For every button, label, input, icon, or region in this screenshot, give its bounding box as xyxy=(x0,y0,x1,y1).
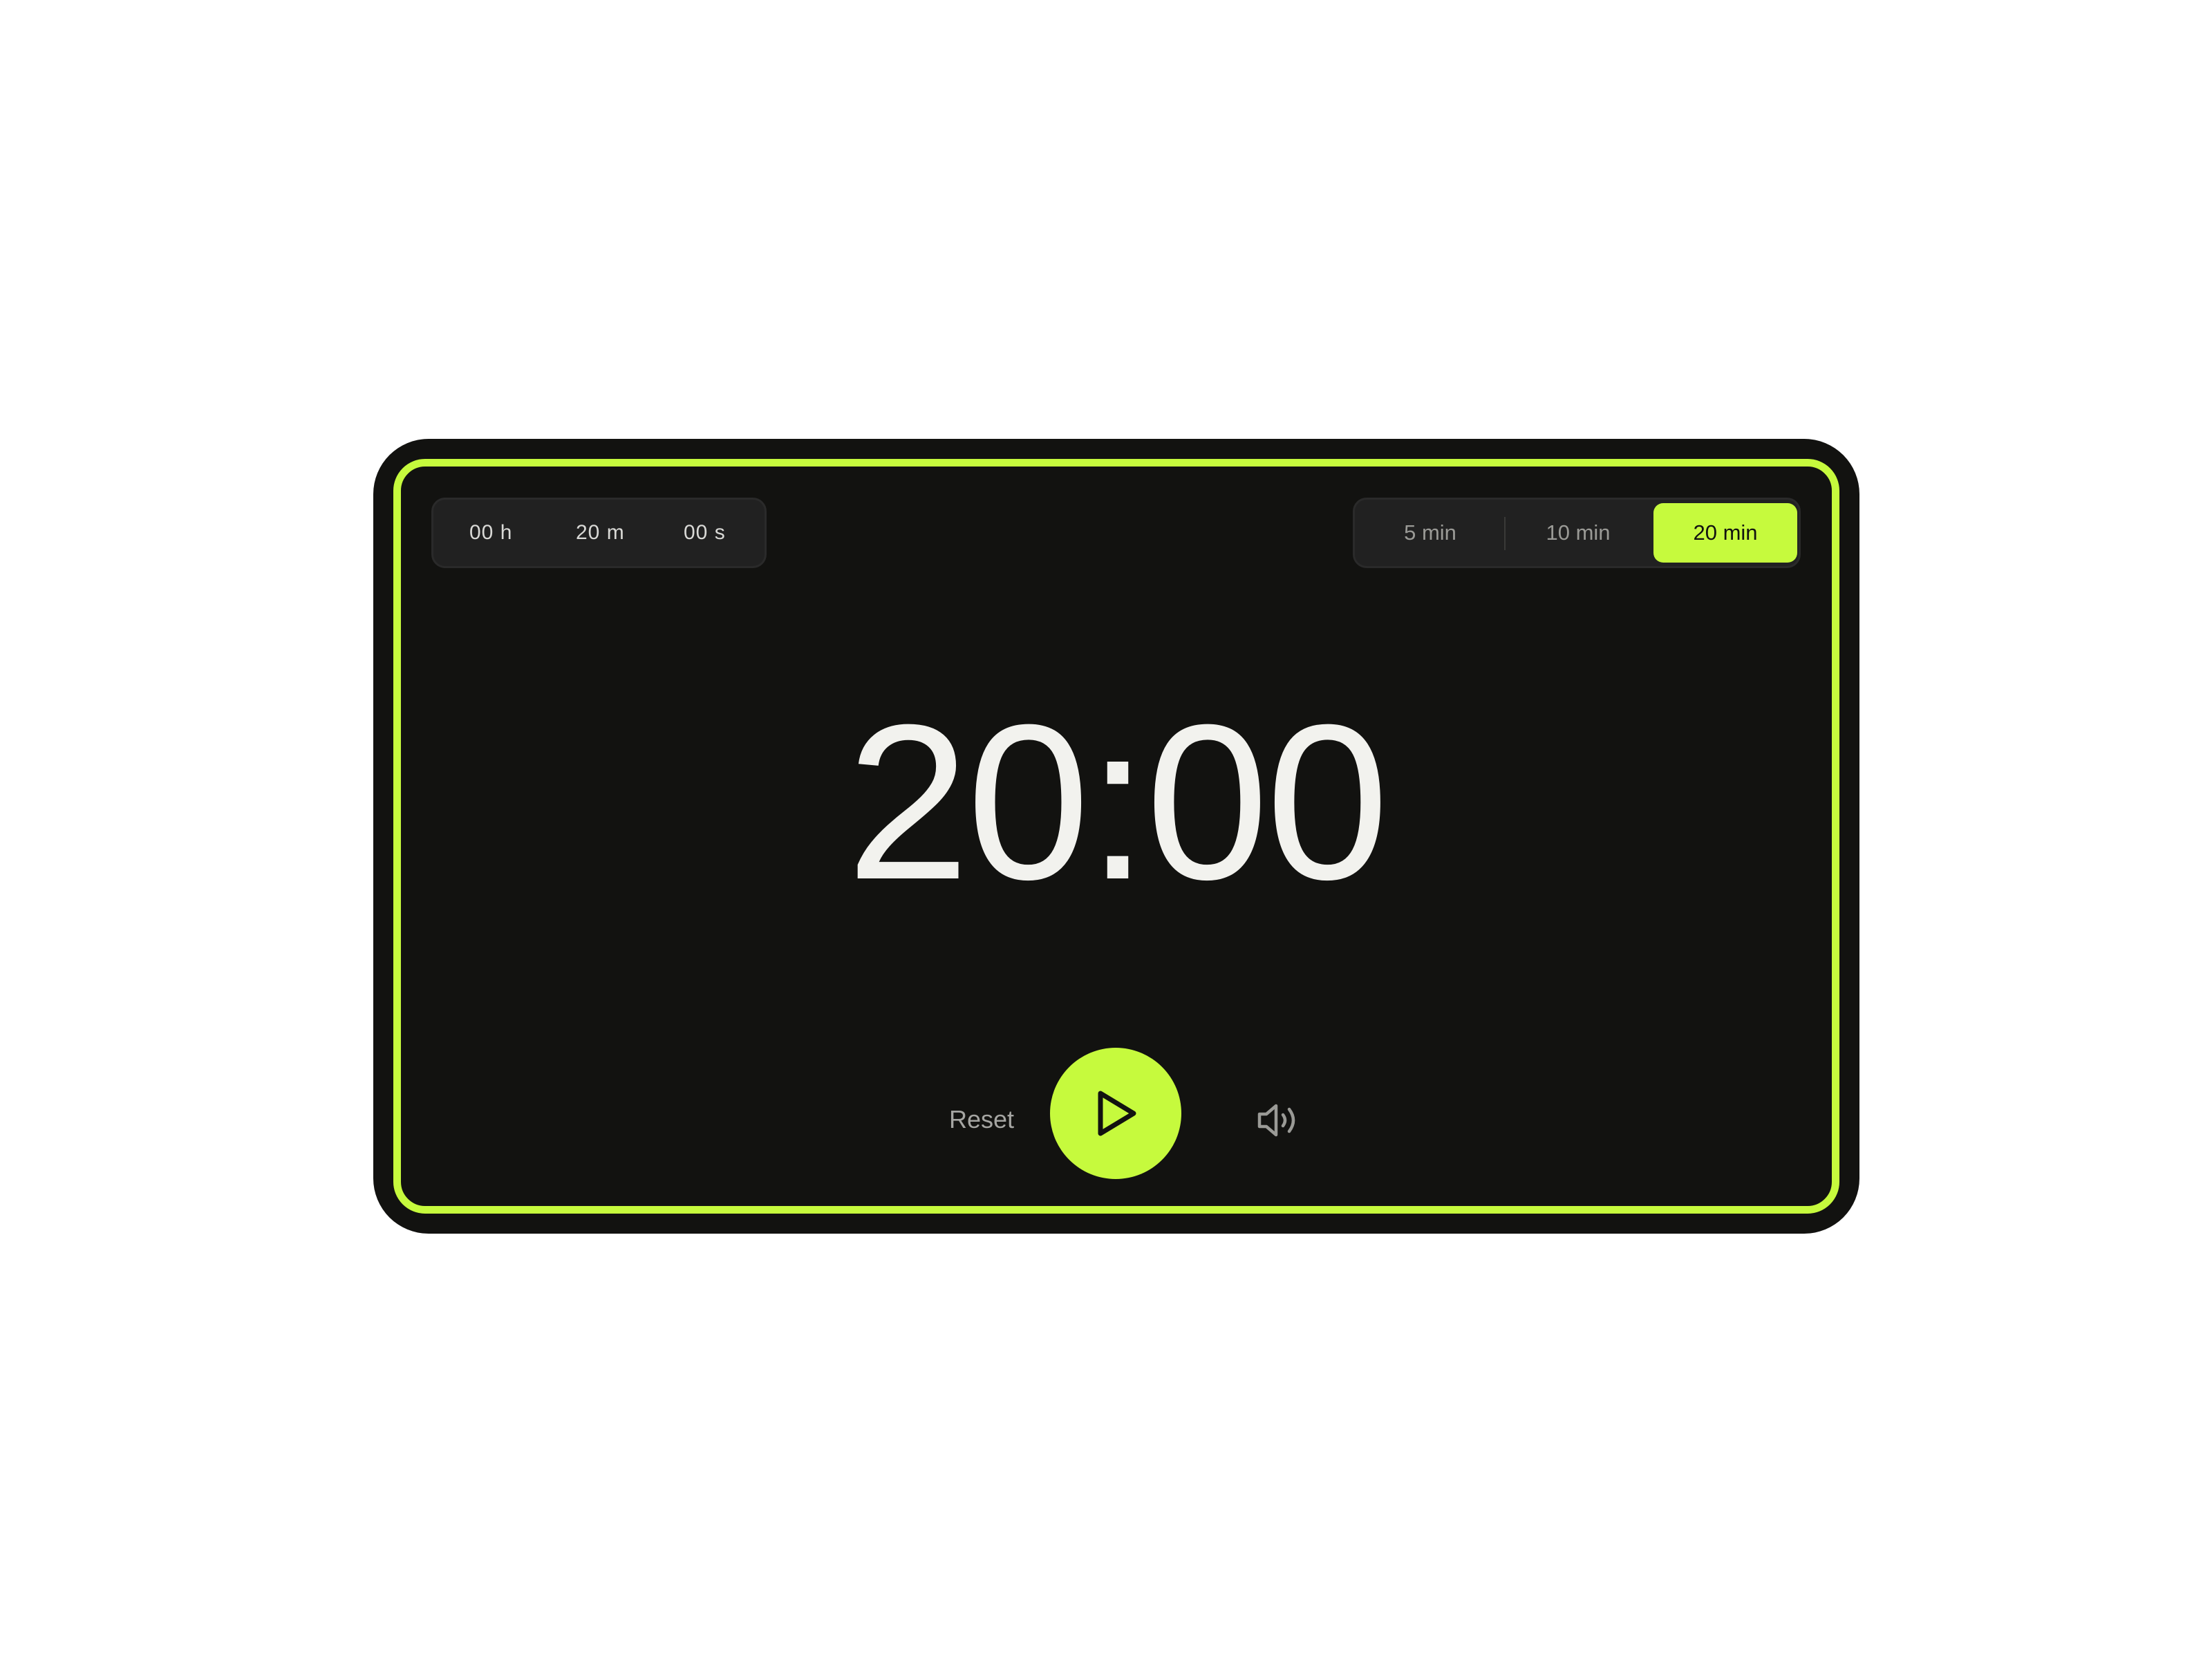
hours-field[interactable]: 00 h xyxy=(469,500,512,566)
preset-divider xyxy=(1504,517,1506,550)
preset-segmented-control: 5 min 10 min 20 min xyxy=(1353,498,1801,568)
preset-10-min-button[interactable]: 10 min xyxy=(1508,503,1648,563)
sound-toggle-button[interactable] xyxy=(1248,1089,1310,1151)
speaker-volume-icon xyxy=(1257,1104,1295,1137)
reset-button[interactable]: Reset xyxy=(912,1095,1051,1144)
countdown-display: 20:00 xyxy=(846,678,1389,925)
preset-5-min-button[interactable]: 5 min xyxy=(1359,503,1501,563)
play-button[interactable] xyxy=(1050,1048,1181,1179)
minutes-field[interactable]: 20 m xyxy=(576,500,625,566)
seconds-field[interactable]: 00 s xyxy=(684,500,726,566)
page: 00 h 20 m 00 s 5 min 10 min 20 min 20:00… xyxy=(0,0,2212,1658)
play-icon xyxy=(1098,1091,1136,1136)
time-input-group: 00 h 20 m 00 s xyxy=(431,498,767,568)
preset-20-min-button[interactable]: 20 min xyxy=(1653,503,1797,563)
timer-card: 00 h 20 m 00 s 5 min 10 min 20 min 20:00… xyxy=(373,439,1859,1234)
